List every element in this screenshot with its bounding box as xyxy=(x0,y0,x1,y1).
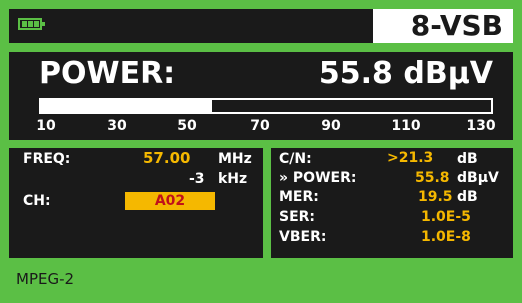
power-value: 55.8 dBµV xyxy=(318,56,493,91)
mer-label: MER: xyxy=(279,189,319,205)
channel-value: A02 xyxy=(154,193,186,209)
channel-field[interactable]: A02 xyxy=(125,192,215,210)
top-bar: 8-VSB xyxy=(9,9,513,43)
scale-tick: 90 xyxy=(321,118,341,134)
cn-unit: dB xyxy=(457,151,478,167)
power-level-bar xyxy=(39,98,493,114)
modulation-box: 8-VSB xyxy=(373,9,513,43)
battery-icon xyxy=(18,18,45,30)
power-row-value: 55.8 xyxy=(415,170,450,186)
scale-tick: 70 xyxy=(250,118,270,134)
power-row-unit: dBµV xyxy=(457,170,499,186)
freq-value: 57.00 xyxy=(143,149,191,167)
stream-mode-label: MPEG-2 xyxy=(16,270,75,288)
ser-value: 1.0E-5 xyxy=(421,209,471,225)
modulation-label: 8-VSB xyxy=(410,9,503,42)
power-level-fill xyxy=(41,100,212,112)
power-label: POWER: xyxy=(39,56,176,91)
mer-value: 19.5 xyxy=(418,189,453,205)
freq-unit: MHz xyxy=(218,151,252,167)
power-row-label: » POWER: xyxy=(279,170,357,186)
scale-tick: 110 xyxy=(391,118,421,134)
mer-unit: dB xyxy=(457,189,478,205)
vber-value: 1.0E-8 xyxy=(421,229,471,245)
offset-unit: kHz xyxy=(218,171,248,187)
scale-tick: 10 xyxy=(36,118,56,134)
scale-tick: 50 xyxy=(177,118,197,134)
scale-tick: 130 xyxy=(466,118,496,134)
vber-label: VBER: xyxy=(279,229,327,245)
frequency-panel: FREQ: 57.00 MHz -3 kHz CH: A02 xyxy=(9,148,263,258)
power-panel: POWER: 55.8 dBµV 10 30 50 70 90 110 130 xyxy=(9,52,513,140)
power-scale: 10 30 50 70 90 110 130 xyxy=(9,118,513,136)
offset-value: -3 xyxy=(189,171,205,187)
cn-label: C/N: xyxy=(279,151,312,167)
cn-value: >21.3 xyxy=(387,150,434,166)
channel-label: CH: xyxy=(23,193,51,209)
ser-label: SER: xyxy=(279,209,316,225)
scale-tick: 30 xyxy=(107,118,127,134)
freq-label: FREQ: xyxy=(23,151,71,167)
measurements-panel: C/N: >21.3 dB » POWER: 55.8 dBµV MER: 19… xyxy=(271,148,513,258)
